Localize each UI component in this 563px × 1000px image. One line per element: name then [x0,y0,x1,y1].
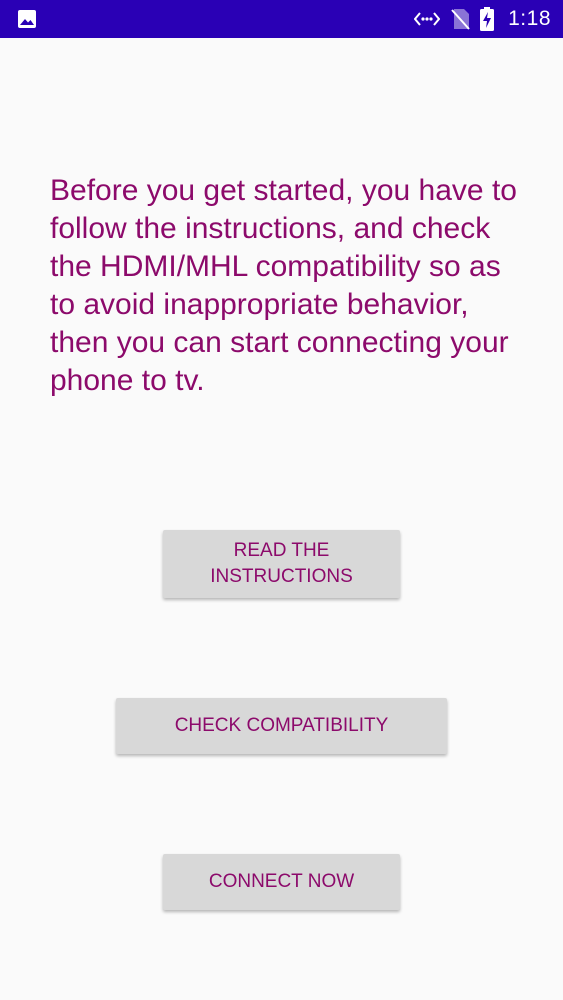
connect-now-label: CONNECT NOW [208,871,355,892]
check-compatibility-label: CHECK COMPATIBILITY [174,715,389,736]
read-instructions-label-line2: INSTRUCTIONS [210,566,353,587]
read-instructions-label-line1: READ THE [233,540,330,561]
no-signal-icon [451,9,470,30]
data-transfer-icon [414,12,441,26]
check-compatibility-button[interactable]: CHECK COMPATIBILITY [116,698,447,754]
status-bar: 1:18 [0,0,563,38]
connect-now-button[interactable]: CONNECT NOW [163,854,400,910]
intro-text: Before you get started, you have to foll… [50,174,517,397]
image-icon [18,10,36,28]
main-content: Before you get started, you have to foll… [0,38,563,1000]
status-time: 1:18 [508,7,551,30]
battery-charging-icon [480,7,495,31]
read-instructions-button[interactable]: READ THE INSTRUCTIONS [163,530,400,598]
